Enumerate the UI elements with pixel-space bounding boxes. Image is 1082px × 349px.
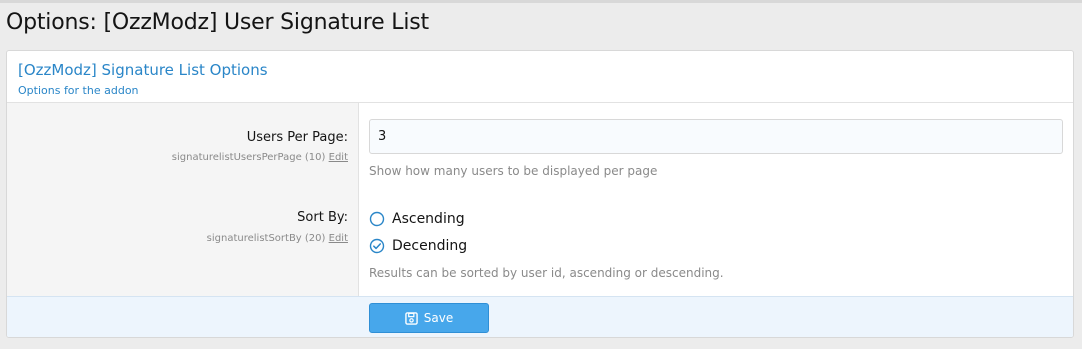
sort-by-explain: Results can be sorted by user id, ascend…: [369, 266, 724, 280]
users-per-page-hint: signaturelistUsersPerPage (10) Edit: [172, 152, 348, 163]
sort-ascending-radio[interactable]: Ascending: [369, 209, 465, 229]
sort-by-edit-link[interactable]: Edit: [329, 233, 348, 244]
save-button[interactable]: Save: [369, 303, 489, 333]
radio-unchecked-icon: [369, 211, 385, 227]
sort-descending-radio[interactable]: Decending: [369, 236, 467, 256]
sort-descending-label: Decending: [392, 238, 468, 254]
form-footer: Save: [7, 296, 1073, 337]
radio-checked-icon: [369, 238, 385, 254]
users-per-page-edit-link[interactable]: Edit: [329, 152, 348, 163]
page-title: Options: [OzzModz] User Signature List: [6, 10, 429, 35]
save-button-label: Save: [423, 311, 454, 325]
sort-by-option-id: signaturelistSortBy (20): [206, 233, 326, 244]
sort-by-hint: signaturelistSortBy (20) Edit: [207, 233, 348, 244]
users-per-page-option-id: signaturelistUsersPerPage (10): [171, 152, 326, 163]
sort-by-label: Sort By:: [297, 210, 348, 225]
users-per-page-label: Users Per Page:: [246, 130, 348, 145]
block-description: Options for the addon: [18, 84, 139, 97]
label-column: Users Per Page: signaturelistUsersPerPag…: [7, 103, 359, 296]
sort-ascending-label: Ascending: [392, 211, 465, 227]
block-header: [OzzModz] Signature List Options Options…: [7, 51, 1073, 103]
top-strip: [0, 0, 1082, 3]
block-title: [OzzModz] Signature List Options: [18, 61, 268, 79]
floppy-disk-icon: [404, 311, 418, 325]
users-per-page-input[interactable]: [369, 119, 1063, 154]
options-block: [OzzModz] Signature List Options Options…: [6, 50, 1074, 338]
users-per-page-explain: Show how many users to be displayed per …: [369, 164, 658, 178]
